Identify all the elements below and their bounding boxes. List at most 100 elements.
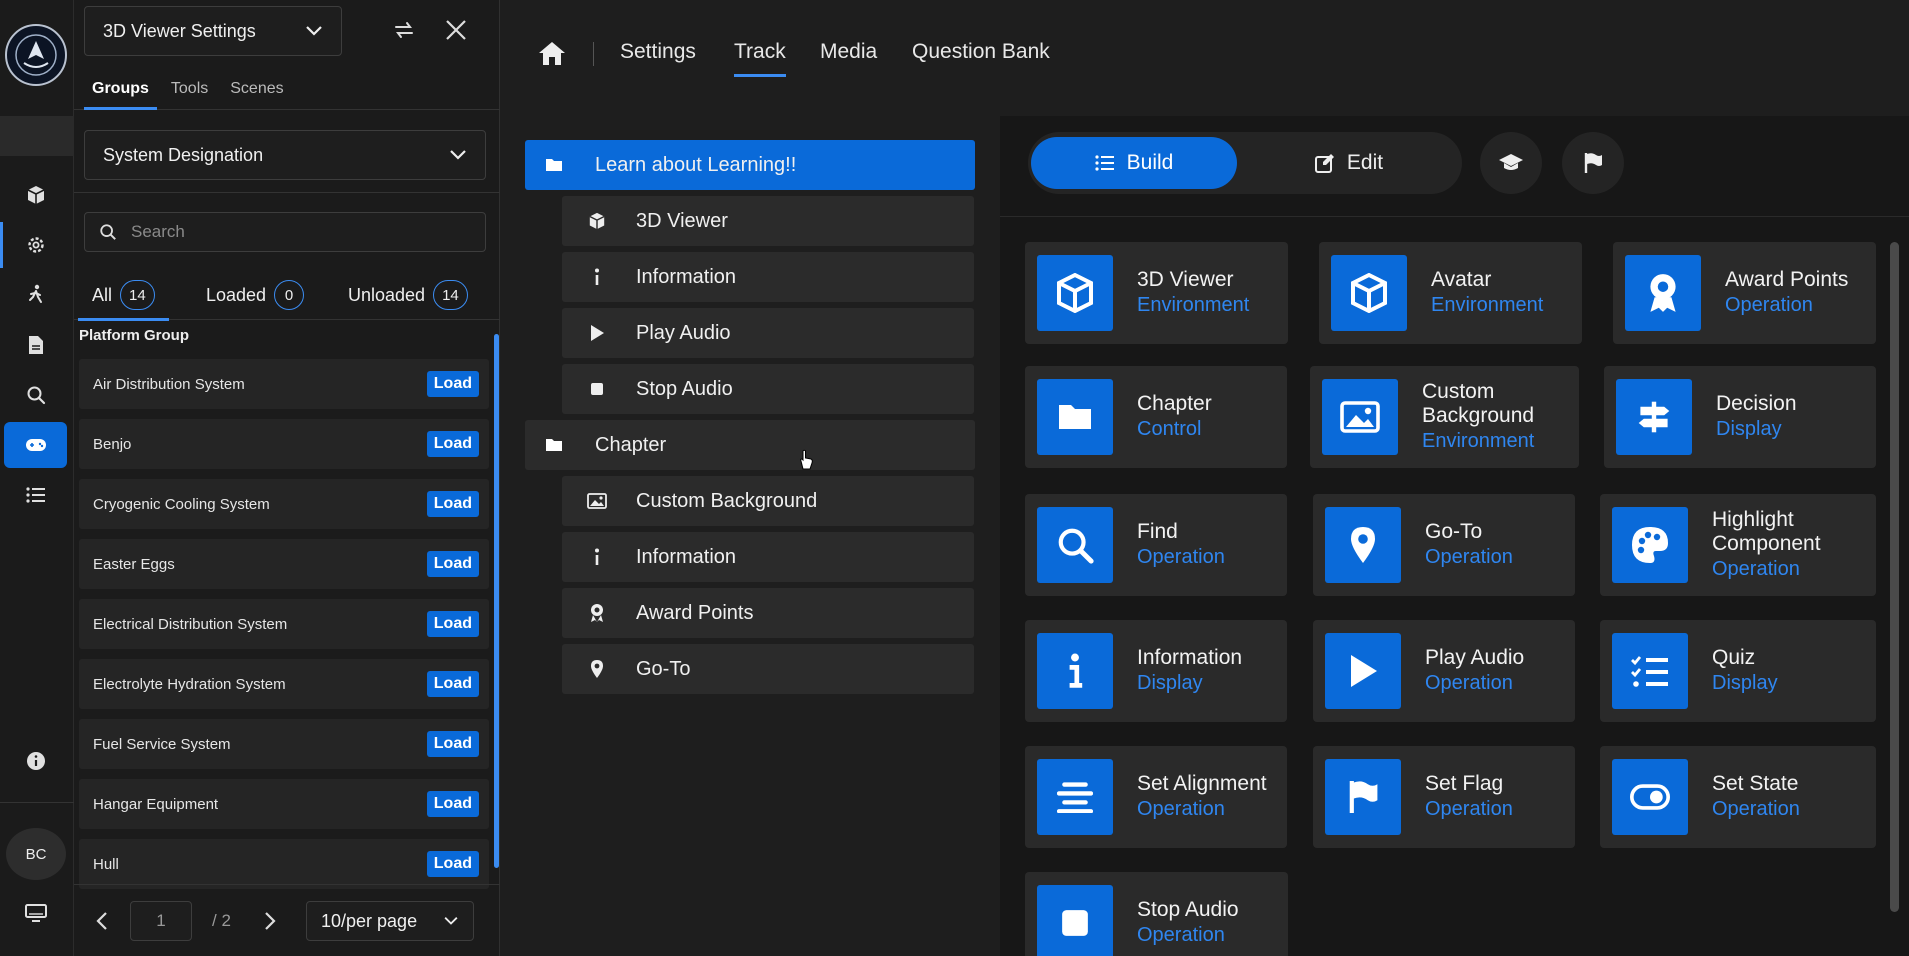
app-logo[interactable] <box>5 24 67 86</box>
document-icon[interactable] <box>4 322 67 368</box>
build-button[interactable]: Build <box>1031 137 1237 189</box>
tree-item[interactable]: 3D Viewer <box>562 196 974 246</box>
page-number-input[interactable]: 1 <box>130 901 192 941</box>
component-card[interactable]: Play Audio Operation <box>1313 620 1575 722</box>
graduation-cap-button[interactable] <box>1480 132 1542 194</box>
gear-icon[interactable] <box>0 222 67 268</box>
info-icon[interactable] <box>4 738 67 784</box>
load-button[interactable]: Load <box>426 671 479 697</box>
load-button[interactable]: Load <box>426 731 479 757</box>
edit-button[interactable]: Edit <box>1246 137 1452 189</box>
image-icon <box>1322 379 1398 455</box>
card-name: Custom Background <box>1422 380 1535 427</box>
cube-icon[interactable] <box>4 172 67 218</box>
walk-icon[interactable] <box>4 272 67 318</box>
list-icon <box>1095 155 1114 171</box>
component-card[interactable]: Set State Operation <box>1600 746 1876 848</box>
search-icon <box>1037 507 1113 583</box>
home-icon[interactable] <box>538 40 566 71</box>
filter-unloaded[interactable]: Unloaded 14 <box>348 270 468 320</box>
load-filters: All 14 Loaded 0 Unloaded 14 <box>74 270 500 321</box>
refresh-icon[interactable] <box>392 18 416 47</box>
chapter-node[interactable]: Learn about Learning!! <box>525 140 975 190</box>
tree-item[interactable]: Stop Audio <box>562 364 974 414</box>
tree-item[interactable]: Play Audio <box>562 308 974 358</box>
flag-button[interactable] <box>1562 132 1624 194</box>
app-window: BC 3D Viewer Settings Groups Tools Scene… <box>0 0 1909 956</box>
filter-all[interactable]: All 14 <box>78 270 169 321</box>
component-card[interactable]: Avatar Environment <box>1319 242 1582 344</box>
search-input[interactable] <box>131 222 461 242</box>
component-card[interactable]: Information Display <box>1025 620 1287 722</box>
item-label: Stop Audio <box>636 377 733 400</box>
component-card[interactable]: Chapter Control <box>1025 366 1287 468</box>
card-text: Highlight Component Operation <box>1712 494 1858 596</box>
group-list-scrollbar[interactable] <box>494 334 499 868</box>
tree-item[interactable]: Go-To <box>562 644 974 694</box>
flag-icon <box>1584 153 1602 173</box>
user-avatar[interactable]: BC <box>6 828 66 880</box>
card-category: Operation <box>1712 798 1800 820</box>
library-scrollbar[interactable] <box>1890 242 1899 912</box>
load-button[interactable]: Load <box>426 851 479 877</box>
tree-item[interactable]: Award Points <box>562 588 974 638</box>
per-page-select[interactable]: 10/per page <box>306 901 474 941</box>
panel-tabs: Groups Tools Scenes <box>74 70 500 110</box>
tree-item[interactable]: Information <box>562 532 974 582</box>
component-card[interactable]: Highlight Component Operation <box>1600 494 1876 596</box>
load-button[interactable]: Load <box>426 611 479 637</box>
monitor-icon[interactable] <box>4 890 67 936</box>
group-list: Air Distribution System Load Benjo Load Cr… <box>79 359 489 899</box>
component-card[interactable]: Set Flag Operation <box>1313 746 1575 848</box>
component-card[interactable]: Set Alignment Operation <box>1025 746 1287 848</box>
card-name: Avatar <box>1431 268 1492 291</box>
close-icon[interactable] <box>444 18 468 47</box>
flag-icon <box>1325 759 1401 835</box>
group-name: Air Distribution System <box>93 375 245 393</box>
card-category: Operation <box>1712 558 1800 580</box>
chevron-right-icon[interactable] <box>264 911 276 936</box>
load-button[interactable]: Load <box>426 491 479 517</box>
chapter-node[interactable]: Chapter <box>525 420 975 470</box>
viewer-settings-value: 3D Viewer Settings <box>103 20 256 41</box>
load-button[interactable]: Load <box>426 551 479 577</box>
filter-loaded[interactable]: Loaded 0 <box>206 270 305 320</box>
tree-item[interactable]: Custom Background <box>562 476 974 526</box>
tab-scenes[interactable]: Scenes <box>222 70 291 109</box>
play-icon <box>578 324 616 342</box>
nav-settings[interactable]: Settings <box>620 40 696 64</box>
nav-track[interactable]: Track <box>734 40 786 77</box>
load-button[interactable]: Load <box>426 431 479 457</box>
count-badge: 0 <box>274 280 305 310</box>
card-category: Control <box>1137 418 1202 440</box>
stop-icon <box>1037 885 1113 956</box>
viewer-settings-select[interactable]: 3D Viewer Settings <box>84 6 342 56</box>
card-text: Set State Operation <box>1712 746 1800 848</box>
list-icon[interactable] <box>4 472 67 518</box>
folder-icon <box>1037 379 1113 455</box>
list-item: Electrical Distribution System Load <box>79 599 489 649</box>
nav-media[interactable]: Media <box>820 40 877 64</box>
component-card[interactable]: Quiz Display <box>1600 620 1876 722</box>
component-card[interactable]: Stop Audio Operation <box>1025 872 1288 956</box>
tab-tools[interactable]: Tools <box>163 70 216 109</box>
component-card[interactable]: Custom Background Environment <box>1310 366 1579 468</box>
load-button[interactable]: Load <box>426 371 479 397</box>
gamepad-icon[interactable] <box>4 422 67 468</box>
component-card[interactable]: Decision Display <box>1604 366 1876 468</box>
component-card[interactable]: Award Points Operation <box>1613 242 1876 344</box>
card-name: Decision <box>1716 392 1797 415</box>
component-card[interactable]: Go-To Operation <box>1313 494 1575 596</box>
chevron-left-icon[interactable] <box>96 911 108 936</box>
card-text: Stop Audio Operation <box>1137 872 1239 956</box>
component-card[interactable]: 3D Viewer Environment <box>1025 242 1288 344</box>
card-text: 3D Viewer Environment <box>1137 242 1249 344</box>
tree-item[interactable]: Information <box>562 252 974 302</box>
nav-question-bank[interactable]: Question Bank <box>912 40 1050 64</box>
search-icon[interactable] <box>4 372 67 418</box>
component-card[interactable]: Find Operation <box>1025 494 1287 596</box>
info-icon <box>578 268 616 286</box>
tab-groups[interactable]: Groups <box>84 70 157 110</box>
load-button[interactable]: Load <box>426 791 479 817</box>
designation-select[interactable]: System Designation <box>84 130 486 180</box>
